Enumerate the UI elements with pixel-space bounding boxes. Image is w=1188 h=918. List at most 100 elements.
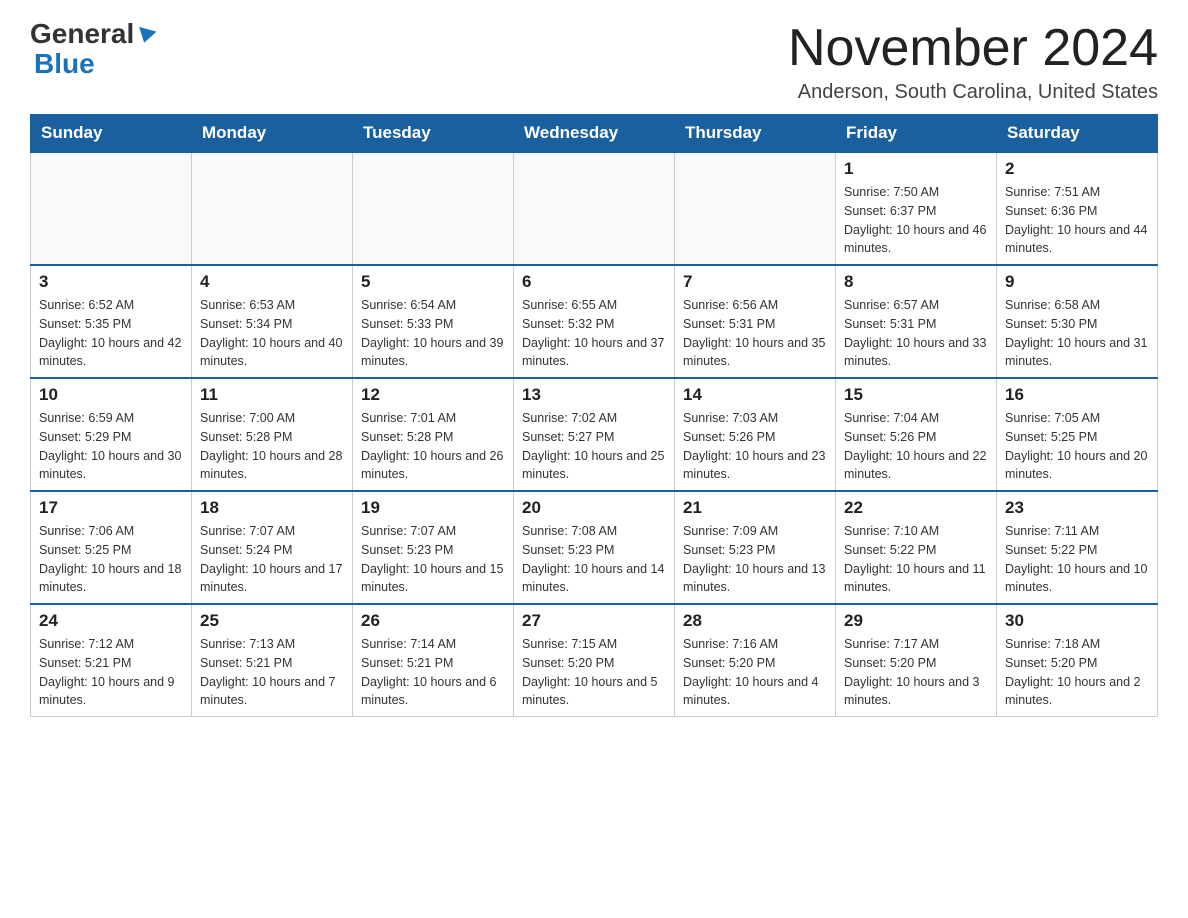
location-text: Anderson, South Carolina, United States <box>788 81 1158 104</box>
weekday-header-saturday: Saturday <box>997 115 1158 153</box>
day-number: 14 <box>683 385 827 405</box>
calendar-cell: 8 Sunrise: 6:57 AMSunset: 5:31 PMDaylight… <box>836 265 997 378</box>
calendar-cell: 30 Sunrise: 7:18 AMSunset: 5:20 PMDayligh… <box>997 604 1158 717</box>
day-info: Sunrise: 7:04 AMSunset: 5:26 PMDaylight:… <box>844 409 988 484</box>
day-info: Sunrise: 7:12 AMSunset: 5:21 PMDaylight:… <box>39 635 183 710</box>
day-info: Sunrise: 7:08 AMSunset: 5:23 PMDaylight:… <box>522 522 666 597</box>
day-info: Sunrise: 7:01 AMSunset: 5:28 PMDaylight:… <box>361 409 505 484</box>
calendar-cell: 21 Sunrise: 7:09 AMSunset: 5:23 PMDayligh… <box>675 491 836 604</box>
calendar-week-row: 17 Sunrise: 7:06 AMSunset: 5:25 PMDayligh… <box>31 491 1158 604</box>
calendar-cell: 7 Sunrise: 6:56 AMSunset: 5:31 PMDaylight… <box>675 265 836 378</box>
day-number: 17 <box>39 498 183 518</box>
calendar-cell <box>514 152 675 265</box>
day-number: 15 <box>844 385 988 405</box>
day-number: 19 <box>361 498 505 518</box>
month-title: November 2024 <box>788 20 1158 77</box>
day-number: 7 <box>683 272 827 292</box>
day-info: Sunrise: 7:09 AMSunset: 5:23 PMDaylight:… <box>683 522 827 597</box>
weekday-header-monday: Monday <box>192 115 353 153</box>
day-number: 16 <box>1005 385 1149 405</box>
calendar-cell: 13 Sunrise: 7:02 AMSunset: 5:27 PMDayligh… <box>514 378 675 491</box>
day-info: Sunrise: 7:05 AMSunset: 5:25 PMDaylight:… <box>1005 409 1149 484</box>
day-number: 5 <box>361 272 505 292</box>
day-number: 25 <box>200 611 344 631</box>
day-info: Sunrise: 7:06 AMSunset: 5:25 PMDaylight:… <box>39 522 183 597</box>
logo: General Blue <box>30 20 155 80</box>
calendar-cell: 15 Sunrise: 7:04 AMSunset: 5:26 PMDayligh… <box>836 378 997 491</box>
calendar-cell: 11 Sunrise: 7:00 AMSunset: 5:28 PMDayligh… <box>192 378 353 491</box>
day-info: Sunrise: 7:03 AMSunset: 5:26 PMDaylight:… <box>683 409 827 484</box>
day-number: 11 <box>200 385 344 405</box>
calendar-week-row: 3 Sunrise: 6:52 AMSunset: 5:35 PMDaylight… <box>31 265 1158 378</box>
day-number: 9 <box>1005 272 1149 292</box>
calendar-cell: 28 Sunrise: 7:16 AMSunset: 5:20 PMDayligh… <box>675 604 836 717</box>
logo-blue-text: Blue <box>34 48 95 79</box>
day-number: 27 <box>522 611 666 631</box>
calendar-cell: 27 Sunrise: 7:15 AMSunset: 5:20 PMDayligh… <box>514 604 675 717</box>
calendar-cell <box>192 152 353 265</box>
calendar-cell: 22Sunrise: 7:10 AMSunset: 5:22 PMDayligh… <box>836 491 997 604</box>
day-number: 30 <box>1005 611 1149 631</box>
calendar-table: SundayMondayTuesdayWednesdayThursdayFrid… <box>30 114 1158 717</box>
calendar-cell: 17 Sunrise: 7:06 AMSunset: 5:25 PMDayligh… <box>31 491 192 604</box>
day-info: Sunrise: 6:54 AMSunset: 5:33 PMDaylight:… <box>361 296 505 371</box>
calendar-cell <box>31 152 192 265</box>
day-number: 1 <box>844 159 988 179</box>
day-info: Sunrise: 7:07 AMSunset: 5:24 PMDaylight:… <box>200 522 344 597</box>
day-number: 10 <box>39 385 183 405</box>
day-info: Sunrise: 7:16 AMSunset: 5:20 PMDaylight:… <box>683 635 827 710</box>
calendar-cell: 23 Sunrise: 7:11 AMSunset: 5:22 PMDayligh… <box>997 491 1158 604</box>
day-number: 24 <box>39 611 183 631</box>
day-number: 23 <box>1005 498 1149 518</box>
calendar-cell: 3 Sunrise: 6:52 AMSunset: 5:35 PMDaylight… <box>31 265 192 378</box>
calendar-cell: 14 Sunrise: 7:03 AMSunset: 5:26 PMDayligh… <box>675 378 836 491</box>
header: General Blue November 2024 Anderson, Sou… <box>30 20 1158 104</box>
calendar-cell: 1 Sunrise: 7:50 AMSunset: 6:37 PMDaylight… <box>836 152 997 265</box>
day-info: Sunrise: 6:52 AMSunset: 5:35 PMDaylight:… <box>39 296 183 371</box>
day-info: Sunrise: 7:10 AMSunset: 5:22 PMDaylight:… <box>844 522 988 597</box>
weekday-header-sunday: Sunday <box>31 115 192 153</box>
calendar-week-row: 10Sunrise: 6:59 AMSunset: 5:29 PMDayligh… <box>31 378 1158 491</box>
calendar-cell: 18Sunrise: 7:07 AMSunset: 5:24 PMDayligh… <box>192 491 353 604</box>
day-info: Sunrise: 6:53 AMSunset: 5:34 PMDaylight:… <box>200 296 344 371</box>
day-number: 29 <box>844 611 988 631</box>
day-info: Sunrise: 6:56 AMSunset: 5:31 PMDaylight:… <box>683 296 827 371</box>
day-info: Sunrise: 7:02 AMSunset: 5:27 PMDaylight:… <box>522 409 666 484</box>
day-number: 28 <box>683 611 827 631</box>
logo-general-text: General <box>30 20 134 48</box>
day-info: Sunrise: 7:00 AMSunset: 5:28 PMDaylight:… <box>200 409 344 484</box>
day-number: 8 <box>844 272 988 292</box>
calendar-cell: 25 Sunrise: 7:13 AMSunset: 5:21 PMDayligh… <box>192 604 353 717</box>
calendar-week-row: 24 Sunrise: 7:12 AMSunset: 5:21 PMDayligh… <box>31 604 1158 717</box>
day-info: Sunrise: 7:11 AMSunset: 5:22 PMDaylight:… <box>1005 522 1149 597</box>
calendar-cell: 20 Sunrise: 7:08 AMSunset: 5:23 PMDayligh… <box>514 491 675 604</box>
day-info: Sunrise: 7:18 AMSunset: 5:20 PMDaylight:… <box>1005 635 1149 710</box>
calendar-cell <box>353 152 514 265</box>
calendar-cell <box>675 152 836 265</box>
day-info: Sunrise: 7:07 AMSunset: 5:23 PMDaylight:… <box>361 522 505 597</box>
calendar-body: 1 Sunrise: 7:50 AMSunset: 6:37 PMDaylight… <box>31 152 1158 717</box>
weekday-header-thursday: Thursday <box>675 115 836 153</box>
day-number: 4 <box>200 272 344 292</box>
calendar-cell: 29 Sunrise: 7:17 AMSunset: 5:20 PMDayligh… <box>836 604 997 717</box>
day-info: Sunrise: 7:14 AMSunset: 5:21 PMDaylight:… <box>361 635 505 710</box>
weekday-header-friday: Friday <box>836 115 997 153</box>
calendar-cell: 6Sunrise: 6:55 AMSunset: 5:32 PMDaylight… <box>514 265 675 378</box>
day-info: Sunrise: 7:15 AMSunset: 5:20 PMDaylight:… <box>522 635 666 710</box>
day-number: 20 <box>522 498 666 518</box>
day-number: 26 <box>361 611 505 631</box>
calendar-cell: 4 Sunrise: 6:53 AMSunset: 5:34 PMDaylight… <box>192 265 353 378</box>
title-area: November 2024 Anderson, South Carolina, … <box>788 20 1158 104</box>
weekday-header-wednesday: Wednesday <box>514 115 675 153</box>
day-number: 21 <box>683 498 827 518</box>
day-number: 2 <box>1005 159 1149 179</box>
day-info: Sunrise: 7:50 AMSunset: 6:37 PMDaylight:… <box>844 183 988 258</box>
day-number: 3 <box>39 272 183 292</box>
calendar-cell: 12 Sunrise: 7:01 AMSunset: 5:28 PMDayligh… <box>353 378 514 491</box>
day-info: Sunrise: 7:17 AMSunset: 5:20 PMDaylight:… <box>844 635 988 710</box>
day-info: Sunrise: 6:57 AMSunset: 5:31 PMDaylight:… <box>844 296 988 371</box>
day-number: 13 <box>522 385 666 405</box>
day-number: 12 <box>361 385 505 405</box>
calendar-cell: 26 Sunrise: 7:14 AMSunset: 5:21 PMDayligh… <box>353 604 514 717</box>
day-info: Sunrise: 7:13 AMSunset: 5:21 PMDaylight:… <box>200 635 344 710</box>
